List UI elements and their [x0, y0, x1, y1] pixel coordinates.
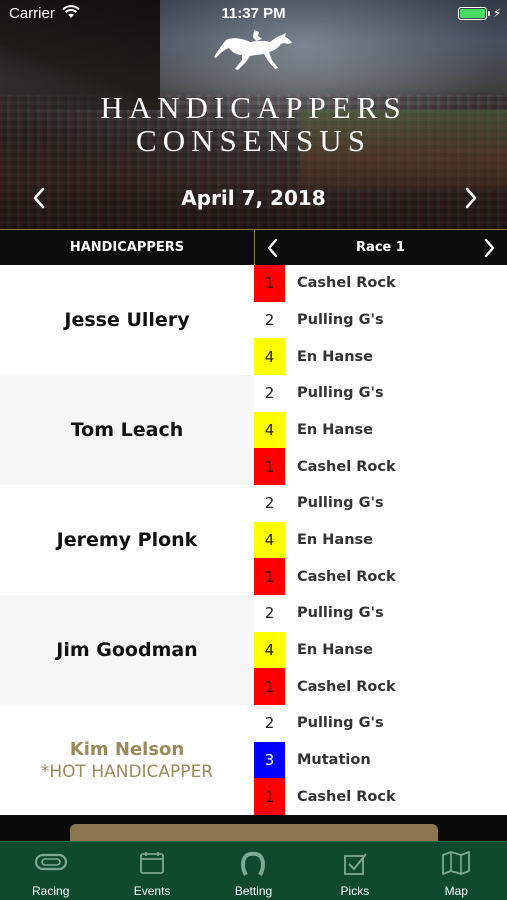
handicapper-picks-list[interactable]: Jesse Ullery 1 Cashel Rock 2 Pulling G's 4 En … — [0, 265, 507, 815]
calendar-icon — [101, 850, 202, 878]
horse-name: En Hanse — [297, 641, 373, 658]
date-label: April 7, 2018 — [181, 186, 326, 210]
racetrack-icon — [0, 850, 101, 878]
saddlecloth-number: 1 — [254, 448, 285, 485]
tab-betting[interactable]: Betting — [203, 842, 304, 900]
column-header-bar: HANDICAPPERS Race 1 — [0, 229, 507, 265]
handicapper-row[interactable]: Kim Nelson *HOT HANDICAPPER 2 Pulling G's 3 M… — [0, 705, 507, 815]
handicapper-row[interactable]: Jesse Ullery 1 Cashel Rock 2 Pulling G's 4 En … — [0, 265, 507, 375]
header-banner: Carrier 11:37 PM ⚡ HANDICAPPERS CONSENSU… — [0, 0, 507, 229]
tab-label: Map — [444, 884, 468, 898]
handicapper-row[interactable]: Jeremy Plonk 2 Pulling G's 4 En Hanse 1 Cashel… — [0, 485, 507, 595]
saddlecloth-number: 2 — [254, 485, 285, 522]
handicapper-name: Tom Leach — [70, 419, 184, 441]
tab-events[interactable]: Events — [101, 842, 202, 900]
race-label: Race 1 — [356, 240, 405, 255]
saddlecloth-number: 1 — [254, 265, 285, 302]
picks-cell: 2 Pulling G's 4 En Hanse 1 Cashel Rock — [254, 595, 507, 705]
handicapper-name: Jim Goodman — [56, 639, 198, 661]
next-race-button[interactable] — [478, 236, 500, 260]
pick-item: 1 Cashel Rock — [254, 265, 507, 302]
tab-map[interactable]: Map — [406, 842, 507, 900]
horse-name: Cashel Rock — [297, 568, 396, 585]
pick-item: 4 En Hanse — [254, 521, 507, 559]
saddlecloth-number: 1 — [254, 778, 285, 815]
picks-cell: 2 Pulling G's 4 En Hanse 1 Cashel Rock — [254, 485, 507, 595]
charging-icon: ⚡ — [493, 6, 502, 20]
pick-item: 2 Pulling G's — [254, 301, 507, 339]
checkbox-icon — [304, 850, 405, 878]
chevron-right-icon — [465, 187, 477, 209]
horse-name: Cashel Rock — [297, 678, 396, 695]
saddlecloth-number: 2 — [254, 595, 285, 632]
tab-racing[interactable]: Racing — [0, 842, 101, 900]
pick-item: 1 Cashel Rock — [254, 778, 507, 815]
pick-item: 4 En Hanse — [254, 411, 507, 449]
horse-name: En Hanse — [297, 531, 373, 548]
pick-item: 2 Pulling G's — [254, 705, 507, 742]
saddlecloth-number: 2 — [254, 375, 285, 412]
pick-item: 2 Pulling G's — [254, 595, 507, 632]
chevron-right-icon — [484, 238, 495, 258]
handicapper-name-cell: Jim Goodman — [0, 595, 254, 705]
horse-name: Pulling G's — [297, 311, 384, 328]
horse-name: Pulling G's — [297, 715, 384, 732]
handicapper-name-cell: Kim Nelson *HOT HANDICAPPER — [0, 705, 254, 815]
status-bar: Carrier 11:37 PM ⚡ — [0, 0, 507, 28]
saddlecloth-number: 4 — [254, 521, 285, 559]
handicapper-name-cell: Jeremy Plonk — [0, 485, 254, 595]
horse-name: Cashel Rock — [297, 788, 396, 805]
pick-item: 1 Cashel Rock — [254, 448, 507, 485]
clock: 11:37 PM — [221, 5, 286, 22]
saddlecloth-number: 2 — [254, 705, 285, 742]
handicapper-name: Kim Nelson — [69, 738, 185, 760]
app-title-line1: HANDICAPPERS — [100, 90, 407, 125]
picks-cell: 2 Pulling G's 3 Mutation 1 Cashel Rock — [254, 705, 507, 815]
saddlecloth-number: 1 — [254, 558, 285, 595]
tab-label: Racing — [32, 884, 70, 898]
horse-name: Cashel Rock — [297, 458, 396, 475]
saddlecloth-number: 2 — [254, 301, 285, 339]
horse-name: Mutation — [297, 751, 371, 768]
pick-item: 4 En Hanse — [254, 631, 507, 669]
next-date-button[interactable] — [458, 185, 482, 211]
handicapper-name: Jeremy Plonk — [56, 529, 198, 551]
horse-and-jockey-icon — [212, 30, 296, 76]
picks-cell: 2 Pulling G's 4 En Hanse 1 Cashel Rock — [254, 375, 507, 485]
tab-picks[interactable]: Picks — [304, 842, 405, 900]
horse-name: Cashel Rock — [297, 275, 396, 292]
saddlecloth-number: 4 — [254, 338, 285, 375]
horse-name: Pulling G's — [297, 605, 384, 622]
tab-bar: Racing Events Betting Picks Map — [0, 841, 507, 900]
saddlecloth-number: 1 — [254, 668, 285, 705]
horse-name: En Hanse — [297, 421, 373, 438]
horseshoe-icon — [203, 850, 304, 878]
map-icon — [406, 850, 507, 878]
pick-item: 3 Mutation — [254, 741, 507, 779]
handicapper-name-cell: Tom Leach — [0, 375, 254, 485]
handicapper-row[interactable]: Jim Goodman 2 Pulling G's 4 En Hanse 1 Cashel … — [0, 595, 507, 705]
horse-name: Pulling G's — [297, 385, 384, 402]
pick-item: 4 En Hanse — [254, 338, 507, 375]
tab-label: Events — [133, 884, 171, 898]
tab-label: Betting — [234, 884, 273, 898]
handicappers-column-header: HANDICAPPERS — [69, 240, 185, 255]
pick-item: 1 Cashel Rock — [254, 668, 507, 705]
saddlecloth-number: 3 — [254, 741, 285, 779]
horse-name: Pulling G's — [297, 495, 384, 512]
pick-item: 2 Pulling G's — [254, 485, 507, 522]
app-title-line2: CONSENSUS — [136, 123, 371, 158]
pick-item: 1 Cashel Rock — [254, 558, 507, 595]
handicapper-name-cell: Jesse Ullery — [0, 265, 254, 375]
battery-icon — [458, 7, 487, 20]
hot-handicapper-note: *HOT HANDICAPPER — [40, 761, 214, 782]
handicapper-row[interactable]: Tom Leach 2 Pulling G's 4 En Hanse 1 Cashel Ro… — [0, 375, 507, 485]
horse-name: En Hanse — [297, 348, 373, 365]
pick-item: 2 Pulling G's — [254, 375, 507, 412]
picks-cell: 1 Cashel Rock 2 Pulling G's 4 En Hanse — [254, 265, 507, 375]
tab-label: Picks — [340, 884, 370, 898]
saddlecloth-number: 4 — [254, 631, 285, 669]
handicapper-name: Jesse Ullery — [64, 309, 190, 331]
saddlecloth-number: 4 — [254, 411, 285, 449]
